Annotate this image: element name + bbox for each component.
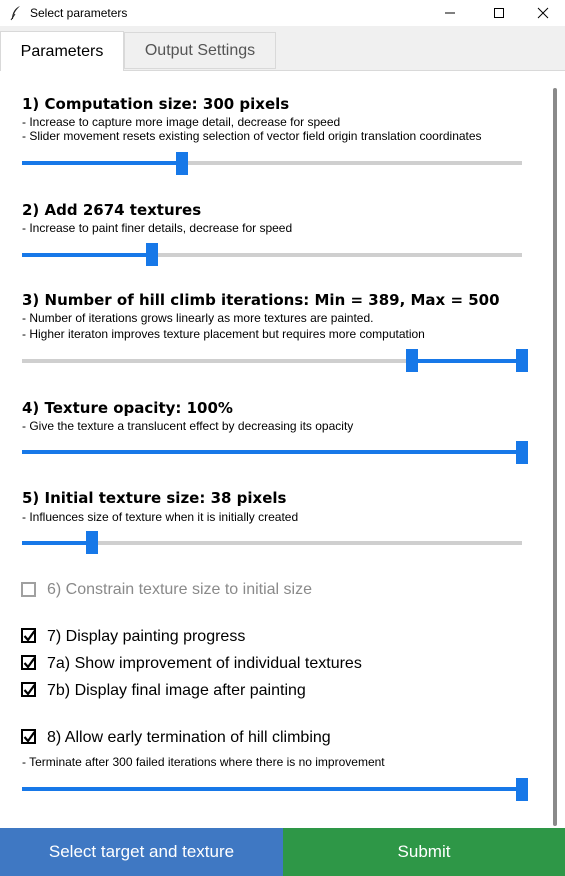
failed-iterations-slider[interactable] — [22, 787, 522, 791]
title-bar: Select parameters — [0, 0, 565, 26]
initial-texture-size-slider-thumb[interactable] — [86, 531, 98, 554]
slider-fill — [412, 359, 522, 363]
maximize-icon — [494, 8, 504, 18]
window-title: Select parameters — [30, 6, 128, 20]
hill-climb-iterations-desc-2: - Higher iteraton improves texture place… — [22, 327, 425, 341]
checkmark-icon — [23, 630, 36, 642]
computation-size-desc-2: - Slider movement resets existing select… — [22, 129, 482, 143]
close-button[interactable] — [520, 0, 565, 26]
textures-count-slider-thumb[interactable] — [146, 243, 158, 266]
display-painting-progress-label: 7) Display painting progress — [47, 628, 246, 645]
hill-climb-iterations-desc-1: - Number of iterations grows linearly as… — [22, 311, 374, 325]
early-termination-label: 8) Allow early termination of hill climb… — [47, 729, 331, 746]
display-final-image-label: 7b) Display final image after painting — [47, 682, 306, 699]
show-improvement-label: 7a) Show improvement of individual textu… — [47, 655, 362, 672]
early-termination-checkbox[interactable] — [21, 729, 36, 744]
texture-opacity-desc: - Give the texture a translucent effect … — [22, 419, 354, 433]
initial-texture-size-desc: - Influences size of texture when it is … — [22, 510, 299, 524]
hill-climb-range-slider[interactable] — [22, 359, 522, 363]
constrain-texture-size-label: 6) Constrain texture size to initial siz… — [47, 581, 312, 598]
computation-size-slider[interactable] — [22, 161, 522, 165]
texture-opacity-heading: 4) Texture opacity: 100% — [22, 399, 233, 417]
maximize-button[interactable] — [476, 0, 522, 26]
submit-button[interactable]: Submit — [283, 828, 565, 876]
tab-output-settings[interactable]: Output Settings — [124, 32, 276, 69]
select-target-texture-button[interactable]: Select target and texture — [0, 828, 283, 876]
checkmark-icon — [23, 657, 36, 669]
slider-fill — [22, 161, 182, 165]
minimize-button[interactable] — [427, 0, 473, 26]
hill-climb-max-thumb[interactable] — [516, 349, 528, 372]
texture-opacity-slider[interactable] — [22, 450, 522, 454]
minimize-icon — [445, 12, 455, 14]
hill-climb-min-thumb[interactable] — [406, 349, 418, 372]
early-termination-desc: - Terminate after 300 failed iterations … — [22, 755, 385, 769]
show-improvement-checkbox[interactable] — [21, 655, 36, 670]
computation-size-slider-thumb[interactable] — [176, 152, 188, 175]
close-icon — [537, 7, 549, 19]
texture-opacity-slider-thumb[interactable] — [516, 441, 528, 464]
slider-fill — [22, 450, 522, 454]
computation-size-heading: 1) Computation size: 300 pixels — [22, 95, 290, 113]
checkmark-icon — [23, 684, 36, 696]
slider-fill — [22, 541, 92, 545]
hill-climb-iterations-heading: 3) Number of hill climb iterations: Min … — [22, 291, 500, 309]
checkmark-icon — [23, 731, 36, 743]
textures-count-desc: - Increase to paint finer details, decre… — [22, 221, 293, 235]
feather-icon — [10, 6, 20, 21]
tab-parameters[interactable]: Parameters — [0, 31, 124, 71]
display-painting-progress-checkbox[interactable] — [21, 628, 36, 643]
computation-size-desc-1: - Increase to capture more image detail,… — [22, 115, 341, 129]
failed-iterations-slider-thumb[interactable] — [516, 778, 528, 801]
scrollbar-thumb[interactable] — [553, 88, 557, 826]
display-final-image-checkbox[interactable] — [21, 682, 36, 697]
constrain-texture-size-checkbox[interactable] — [21, 582, 36, 597]
initial-texture-size-heading: 5) Initial texture size: 38 pixels — [22, 489, 287, 507]
textures-count-slider[interactable] — [22, 253, 522, 257]
slider-fill — [22, 253, 152, 257]
textures-count-heading: 2) Add 2674 textures — [22, 201, 202, 219]
slider-fill — [22, 787, 522, 791]
